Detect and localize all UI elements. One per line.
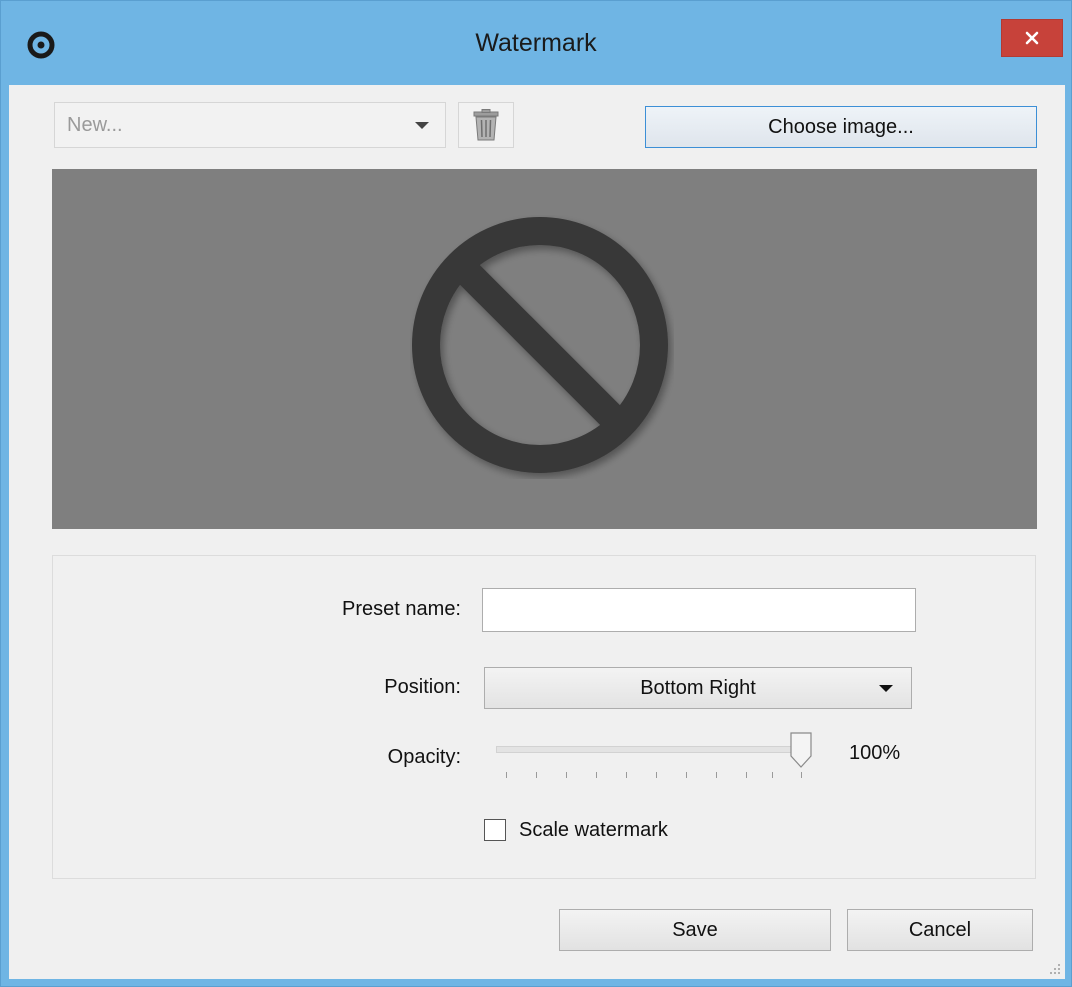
preset-select-value: New... — [67, 114, 123, 136]
opacity-slider[interactable] — [496, 732, 816, 782]
resize-grip-icon[interactable] — [1049, 963, 1061, 975]
preset-name-input[interactable] — [482, 588, 916, 632]
slider-thumb[interactable] — [790, 732, 812, 768]
close-button[interactable] — [1001, 19, 1063, 57]
chevron-down-icon — [879, 685, 893, 692]
title-bar[interactable]: Watermark — [1, 1, 1071, 85]
preset-select[interactable]: New... — [54, 102, 446, 148]
position-select-value: Bottom Right — [640, 677, 756, 699]
choose-image-button[interactable]: Choose image... — [645, 106, 1037, 148]
cancel-button[interactable]: Cancel — [847, 909, 1033, 951]
close-icon — [1025, 31, 1039, 45]
save-button[interactable]: Save — [559, 909, 831, 951]
no-image-prohibited-icon — [412, 217, 668, 473]
position-select[interactable]: Bottom Right — [484, 667, 912, 709]
settings-panel: Preset name: Position: Bottom Right Opac… — [52, 555, 1036, 879]
window-title: Watermark — [475, 29, 597, 57]
scale-watermark-checkbox[interactable] — [484, 819, 506, 841]
opacity-value: 100% — [849, 742, 901, 764]
slider-ticks — [496, 772, 806, 782]
opacity-label: Opacity: — [387, 746, 461, 768]
trash-icon — [473, 109, 499, 141]
delete-preset-button[interactable] — [458, 102, 514, 148]
scale-watermark-label[interactable]: Scale watermark — [519, 819, 668, 842]
position-label: Position: — [384, 676, 461, 698]
watermark-dialog: Watermark New... Choose image... Preset … — [0, 0, 1072, 987]
preset-name-label: Preset name: — [342, 598, 461, 620]
slider-track — [496, 746, 800, 753]
chevron-down-icon — [415, 122, 429, 129]
dialog-content: New... Choose image... Preset name: Posi… — [9, 85, 1065, 979]
watermark-preview — [52, 169, 1037, 529]
